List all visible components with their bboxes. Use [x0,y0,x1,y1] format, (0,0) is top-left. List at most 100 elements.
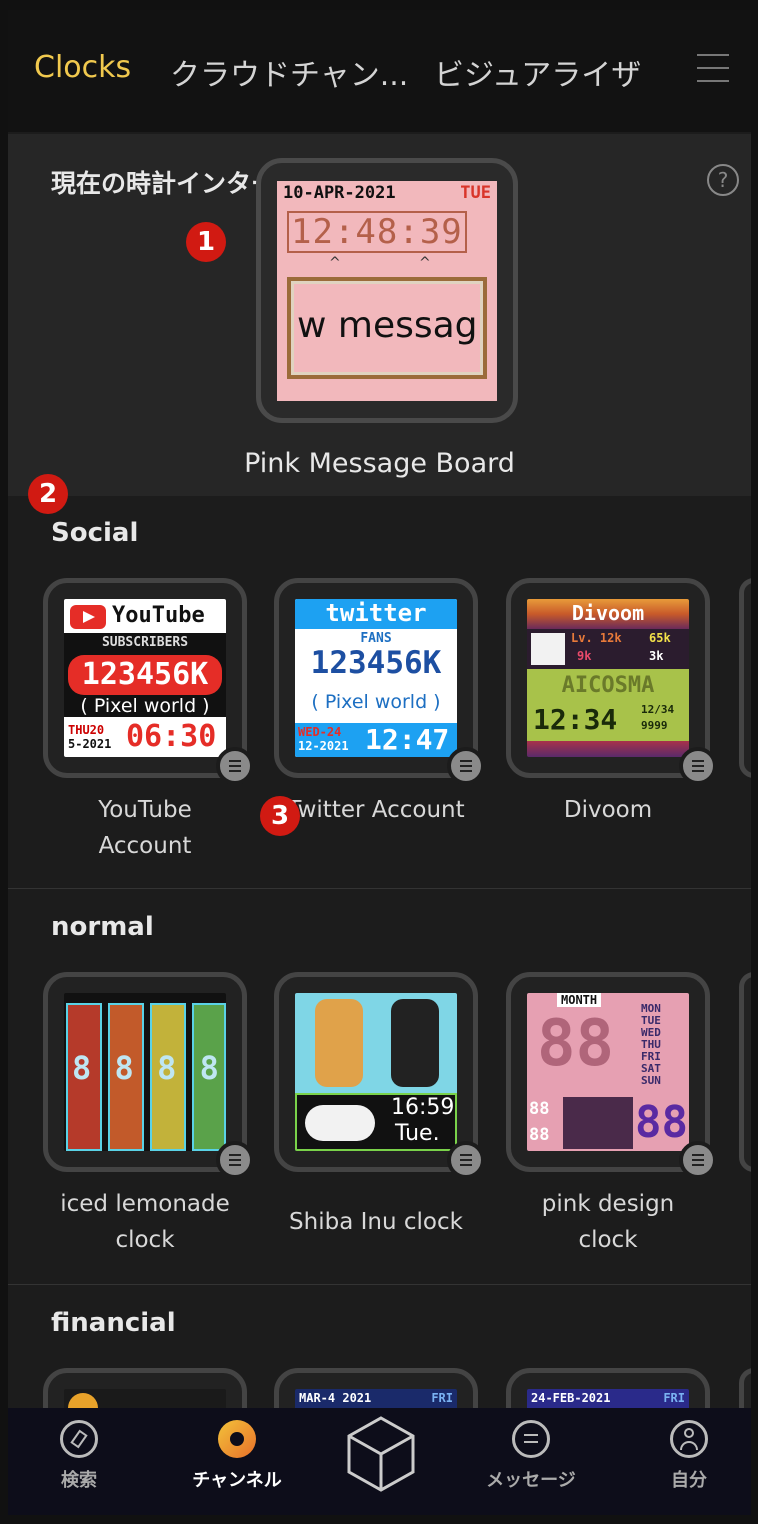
clock-preview-frame[interactable]: Divoom Lv. 12k 65k 9k 3k AICOSMA 12:34 1… [506,578,717,785]
clock-name: YouTube Account [98,797,192,859]
list-options-icon[interactable] [679,747,717,785]
tab-visualizer[interactable]: ビジュアライザ [434,50,641,94]
divoom-hearts: 9k [577,649,592,663]
twitter-fan-count: 123456K [310,645,442,681]
list-options-icon[interactable] [447,747,485,785]
current-clock-preview[interactable]: 10-APR-2021 TUE 12:48:39 ^ ^ w messag [256,158,518,423]
youtube-logo-icon [70,605,106,629]
divoom-extra1: 12/34 [641,703,675,716]
list-options-icon[interactable] [447,1141,485,1179]
pink-message-board-face: 10-APR-2021 TUE 12:48:39 ^ ^ w messag [277,181,497,401]
help-icon[interactable]: ? [707,164,739,196]
caret-left: ^ [329,255,341,271]
annotation-badge-1: 1 [186,222,226,262]
shiba-inu-face: 16:59 Tue. [295,993,457,1151]
divoom-other: 3k [649,649,664,663]
twitter-fans-label: FANS [360,631,392,646]
nav-search[interactable]: 検索 [24,1420,134,1492]
current-clock-name: Pink Message Board [244,448,515,479]
divoom-level: Lv. 12k [571,631,622,645]
wave-icon [563,1097,633,1149]
pink-small-digits: 88 [529,1099,550,1119]
clock-preview-frame[interactable]: 8 8 8 8 [43,972,254,1179]
section-title-financial: financial [51,1308,176,1338]
tab-cloud-channel[interactable]: クラウドチャン... [170,50,408,94]
face-day: TUE [460,183,491,203]
user-icon [670,1420,708,1458]
iced-lemonade-face: 8 8 8 8 [64,993,226,1151]
pink-month-label: MONTH [557,993,602,1007]
list-options-icon[interactable] [216,747,254,785]
twitter-logo-text: twitter [325,599,427,627]
clock-name: Divoom [563,797,653,823]
list-options-icon[interactable] [216,1141,254,1179]
clock-name: iced lemonade clock [60,1191,230,1253]
fin-date: 24-FEB-2021 [531,1391,611,1405]
clock-name: pink design clock [541,1191,675,1253]
clock-card-youtube[interactable]: YouTube SUBSCRIBERS 123456K ( Pixel worl… [43,578,254,864]
bottom-nav-bar: 検索 チャンネル メッセージ 自分 [8,1408,751,1515]
section-divider [8,888,751,889]
caret-right: ^ [419,255,431,271]
nav-label-message: メッセージ [486,1470,576,1491]
tab-clocks[interactable]: Clocks [34,50,131,85]
cube-icon [347,1416,415,1492]
black-dog-icon [391,999,439,1087]
chat-icon [512,1420,550,1458]
iced-digits: 8 8 8 8 [72,1049,221,1087]
pink-big-digits: 88 [537,1007,615,1081]
nav-cube[interactable] [326,1414,436,1498]
section-divider [8,1284,751,1285]
nav-label-channel: チャンネル [192,1470,282,1491]
youtube-subscriber-count: 123456K [81,657,209,692]
clock-preview-frame[interactable]: twitter FANS 123456K ( Pixel world ) WED… [274,578,485,785]
clock-preview-frame[interactable]: YouTube SUBSCRIBERS 123456K ( Pixel worl… [43,578,254,785]
youtube-tagline: ( Pixel world ) [80,695,210,717]
clock-preview-frame[interactable]: MONTH 88 MON TUE WED THU FRI SAT SUN 88 … [506,972,717,1179]
face-date: 10-APR-2021 [283,183,396,203]
pink-weekday-list: MON TUE WED THU FRI SAT SUN [641,1002,661,1087]
gauge-icon [218,1420,256,1458]
menu-icon[interactable] [697,54,729,82]
divoom-brand: AICOSMA [561,673,655,698]
annotation-badge-3: 3 [260,796,300,836]
twitter-time: 12:47 [365,723,450,756]
section-title-social: Social [51,518,139,548]
next-clock-card-peek[interactable] [739,972,751,1172]
annotation-badge-2: 2 [28,474,68,514]
shiba-dog-icon [315,999,363,1087]
clock-card-twitter[interactable]: twitter FANS 123456K ( Pixel world ) WED… [274,578,485,828]
fin-day: FRI [663,1391,685,1405]
shiba-day: Tue. [395,1121,440,1146]
top-tab-bar: Clocks クラウドチャン... ビジュアライザ [8,10,751,132]
nav-profile[interactable]: 自分 [634,1420,744,1492]
clock-card-shiba-inu[interactable]: 16:59 Tue. Shiba Inu clock [274,972,485,1240]
fin-day: FRI [431,1391,453,1405]
twitter-face: twitter FANS 123456K ( Pixel world ) WED… [295,599,457,757]
divoom-time: 12:34 [533,703,618,736]
fin-date: MAR-4 2021 [299,1391,372,1405]
face-message-box: w messag [287,277,487,379]
next-clock-card-peek[interactable] [739,578,751,778]
cat-avatar-icon [531,633,565,665]
nav-channel[interactable]: チャンネル [182,1420,292,1492]
shiba-time: 16:59 [391,1095,455,1120]
clock-card-iced-lemonade[interactable]: 8 8 8 8 iced lemonade clock [43,972,254,1258]
clock-name: Twitter Account [287,797,465,823]
twitter-date-line1: WED-24 [298,725,342,739]
clock-preview-frame[interactable]: 16:59 Tue. [274,972,485,1179]
pink-corner-digits: 88 [635,1097,688,1148]
nav-label-profile: 自分 [671,1470,707,1491]
nav-message[interactable]: メッセージ [476,1420,586,1492]
app-screen: Clocks クラウドチャン... ビジュアライザ 現在の時計インターフェイスで… [8,10,751,1515]
divoom-logo-text: Divoom [571,601,645,625]
pink-small-digits-2: 88 [529,1125,550,1145]
youtube-date-line1: THU20 [68,723,105,737]
clock-card-divoom[interactable]: Divoom Lv. 12k 65k 9k 3k AICOSMA 12:34 1… [506,578,717,828]
clock-card-pink-design[interactable]: MONTH 88 MON TUE WED THU FRI SAT SUN 88 … [506,972,717,1258]
pink-design-face: MONTH 88 MON TUE WED THU FRI SAT SUN 88 … [527,993,689,1151]
divoom-face: Divoom Lv. 12k 65k 9k 3k AICOSMA 12:34 1… [527,599,689,757]
nav-label-search: 検索 [61,1470,97,1491]
list-options-icon[interactable] [679,1141,717,1179]
divoom-likes: 65k [649,631,671,645]
